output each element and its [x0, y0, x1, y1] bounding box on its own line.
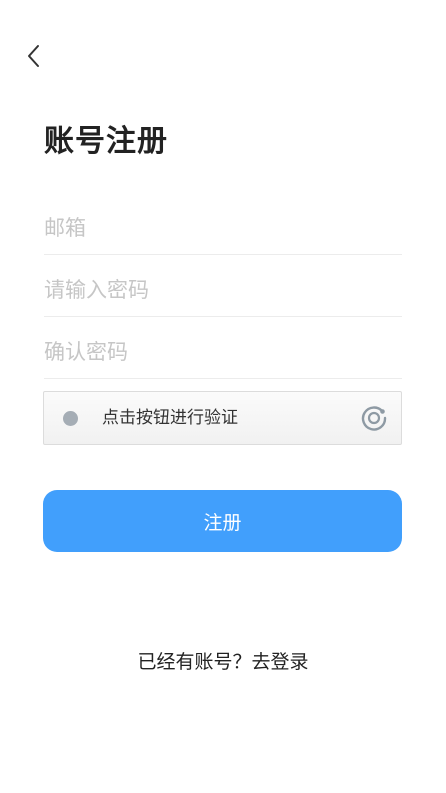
captcha-dot-icon — [63, 411, 78, 426]
password-input[interactable] — [44, 264, 402, 316]
captcha-verify-button[interactable]: 点击按钮进行验证 — [43, 391, 402, 445]
go-login-link[interactable]: 已经有账号？去登录 — [0, 648, 446, 676]
back-button[interactable] — [18, 40, 50, 72]
email-input[interactable] — [44, 202, 402, 254]
captcha-logo-icon — [361, 406, 387, 431]
register-button[interactable]: 注册 — [43, 490, 402, 552]
confirm-password-field-container — [44, 326, 402, 379]
email-field-container — [44, 202, 402, 255]
password-field-container — [44, 264, 402, 317]
page-title: 账号注册 — [44, 124, 168, 159]
captcha-label: 点击按钮进行验证 — [102, 408, 238, 428]
chevron-left-icon — [28, 45, 39, 67]
confirm-password-input[interactable] — [44, 326, 402, 378]
